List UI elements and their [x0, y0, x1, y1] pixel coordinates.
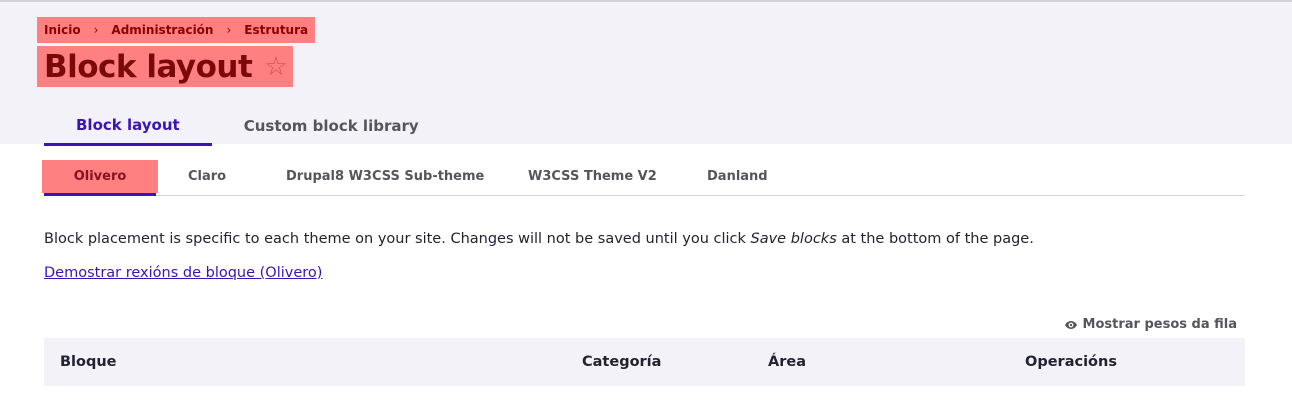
page-title-container: Block layout ☆ [37, 46, 293, 87]
page-header: Inicio › Administración › Estrutura Bloc… [0, 2, 1292, 146]
eye-icon [1064, 320, 1077, 329]
description-text-end: at the bottom of the page. [836, 231, 1034, 247]
tab-theme-olivero[interactable]: Olivero [42, 160, 158, 193]
tab-theme-danland[interactable]: Danland [707, 160, 768, 193]
active-tab-indicator [44, 193, 156, 196]
breadcrumb-item-home[interactable]: Inicio [44, 23, 81, 37]
show-row-weights-button[interactable]: Mostrar pesos da fila [1064, 317, 1237, 332]
column-header-region: Área [768, 354, 806, 370]
description-emphasis: Save blocks [750, 231, 837, 247]
demonstrate-regions-link[interactable]: Demostrar rexións de bloque (Olivero) [44, 265, 322, 281]
breadcrumb-item-structure[interactable]: Estrutura [244, 23, 308, 37]
breadcrumb-separator: › [226, 23, 232, 37]
tab-custom-block-library[interactable]: Custom block library [212, 106, 451, 146]
primary-tabs: Block layout Custom block library [44, 106, 451, 146]
breadcrumb-item-administration[interactable]: Administración [111, 23, 213, 37]
tab-theme-claro[interactable]: Claro [188, 160, 226, 193]
star-icon[interactable]: ☆ [264, 54, 287, 80]
tab-theme-drupal8-w3css[interactable]: Drupal8 W3CSS Sub-theme [286, 160, 484, 193]
breadcrumb: Inicio › Administración › Estrutura [37, 17, 316, 43]
column-header-operations: Operacións [1025, 354, 1117, 370]
placement-description: Block placement is specific to each them… [44, 231, 1034, 247]
description-text: Block placement is specific to each them… [44, 231, 751, 247]
theme-tabs: Olivero Claro Drupal8 W3CSS Sub-theme W3… [42, 160, 1245, 196]
breadcrumb-separator: › [93, 23, 99, 37]
tab-block-layout[interactable]: Block layout [44, 106, 212, 146]
blocks-table-header: Bloque Categoría Área Operacións [44, 338, 1245, 386]
row-weights-label: Mostrar pesos da fila [1082, 317, 1237, 332]
tab-theme-w3css-v2[interactable]: W3CSS Theme V2 [528, 160, 657, 193]
column-header-category: Categoría [582, 354, 662, 370]
column-header-block: Bloque [60, 354, 117, 370]
page-title: Block layout [44, 48, 253, 85]
